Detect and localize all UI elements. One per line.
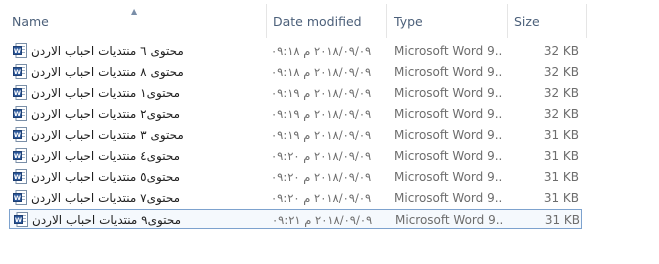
svg-text:W: W [14,68,21,76]
sort-ascending-icon[interactable]: ▲ [131,8,137,16]
word-document-icon: W [13,106,27,121]
column-header-type[interactable]: Type [394,14,423,32]
file-type: Microsoft Word 9... [394,86,502,100]
file-type: Microsoft Word 9... [394,65,502,79]
file-date-modified: ٢٠١٨/٠٩/٠٩ م ٠٩:١٨ [271,44,372,58]
file-size: 31 KB [543,170,579,184]
file-row[interactable]: W محتوى ٣ منتديات احباب الاردن ٢٠١٨/٠٩/٠٩ … [9,125,582,145]
file-size: 32 KB [543,86,579,100]
svg-text:W: W [15,216,22,224]
column-divider[interactable] [266,4,267,38]
file-type: Microsoft Word 9... [394,191,502,205]
file-name: محتوى٢ منتديات احباب الاردن [31,107,181,121]
word-document-icon: W [13,127,27,142]
file-size: 32 KB [543,107,579,121]
file-type: Microsoft Word 9... [394,149,502,163]
file-type: Microsoft Word 9... [394,44,502,58]
word-document-icon: W [13,64,27,79]
svg-text:W: W [14,131,21,139]
file-name: محتوى ٣ منتديات احباب الاردن [31,128,184,142]
file-size: 32 KB [543,65,579,79]
word-document-icon: W [13,43,27,58]
file-type: Microsoft Word 9... [394,128,502,142]
word-document-icon: W [13,148,27,163]
file-name: محتوى ٦ منتديات احباب الاردن [31,44,184,58]
column-header-date-modified[interactable]: Date modified [273,14,362,32]
file-name: محتوى٧ منتديات احباب الاردن [31,191,181,205]
file-date-modified: ٢٠١٨/٠٩/٠٩ م ٠٩:١٩ [271,86,372,100]
file-date-modified: ٢٠١٨/٠٩/٠٩ م ٠٩:٢٠ [271,191,372,205]
file-date-modified: ٢٠١٨/٠٩/٠٩ م ٠٩:١٩ [271,128,372,142]
file-size: 31 KB [543,191,579,205]
svg-text:W: W [14,89,21,97]
svg-text:W: W [14,47,21,55]
file-date-modified: ٢٠١٨/٠٩/٠٩ م ٠٩:١٨ [271,65,372,79]
file-size: 32 KB [543,44,579,58]
file-date-modified: ٢٠١٨/٠٩/٠٩ م ٠٩:٢١ [272,213,373,227]
file-name: محتوى ٨ منتديات احباب الاردن [31,65,184,79]
file-type: Microsoft Word 9... [394,107,502,121]
file-size: 31 KB [544,213,580,227]
file-date-modified: ٢٠١٨/٠٩/٠٩ م ٠٩:٢٠ [271,149,372,163]
file-row[interactable]: W محتوى٤ منتديات احباب الاردن ٢٠١٨/٠٩/٠٩ م… [9,146,582,166]
file-row[interactable]: W محتوى٢ منتديات احباب الاردن ٢٠١٨/٠٩/٠٩ م… [9,104,582,124]
svg-text:W: W [14,194,21,202]
file-row[interactable]: W محتوى ٨ منتديات احباب الاردن ٢٠١٨/٠٩/٠٩ … [9,62,582,82]
file-name: محتوى١ منتديات احباب الاردن [31,86,181,100]
file-name: محتوى٤ منتديات احباب الاردن [31,149,181,163]
column-header-bar: ▲ Name Date modified Type Size [0,0,659,40]
file-row[interactable]: W محتوى٥ منتديات احباب الاردن ٢٠١٨/٠٩/٠٩ م… [9,167,582,187]
file-type: Microsoft Word 9... [394,170,502,184]
file-date-modified: ٢٠١٨/٠٩/٠٩ م ٠٩:١٩ [271,107,372,121]
column-divider[interactable] [586,4,587,38]
column-divider[interactable] [507,4,508,38]
column-header-size[interactable]: Size [514,14,540,32]
word-document-icon: W [13,190,27,205]
file-row[interactable]: W محتوى ٦ منتديات احباب الاردن ٢٠١٨/٠٩/٠٩ … [9,41,582,61]
svg-text:W: W [14,173,21,181]
file-size: 31 KB [543,128,579,142]
file-size: 31 KB [543,149,579,163]
file-row[interactable]: W محتوى٩ منتديات احباب الاردن ٢٠١٨/٠٩/٠٩ م… [9,209,582,229]
file-name: محتوى٥ منتديات احباب الاردن [31,170,181,184]
column-header-name[interactable]: Name [12,14,49,32]
file-row[interactable]: W محتوى١ منتديات احباب الاردن ٢٠١٨/٠٩/٠٩ م… [9,83,582,103]
file-type: Microsoft Word 9... [395,213,503,227]
word-document-icon: W [14,212,28,227]
column-divider[interactable] [386,4,387,38]
svg-text:W: W [14,152,21,160]
svg-text:W: W [14,110,21,118]
file-name: محتوى٩ منتديات احباب الاردن [32,213,182,227]
word-document-icon: W [13,85,27,100]
word-document-icon: W [13,169,27,184]
file-date-modified: ٢٠١٨/٠٩/٠٩ م ٠٩:٢٠ [271,170,372,184]
file-row[interactable]: W محتوى٧ منتديات احباب الاردن ٢٠١٨/٠٩/٠٩ م… [9,188,582,208]
